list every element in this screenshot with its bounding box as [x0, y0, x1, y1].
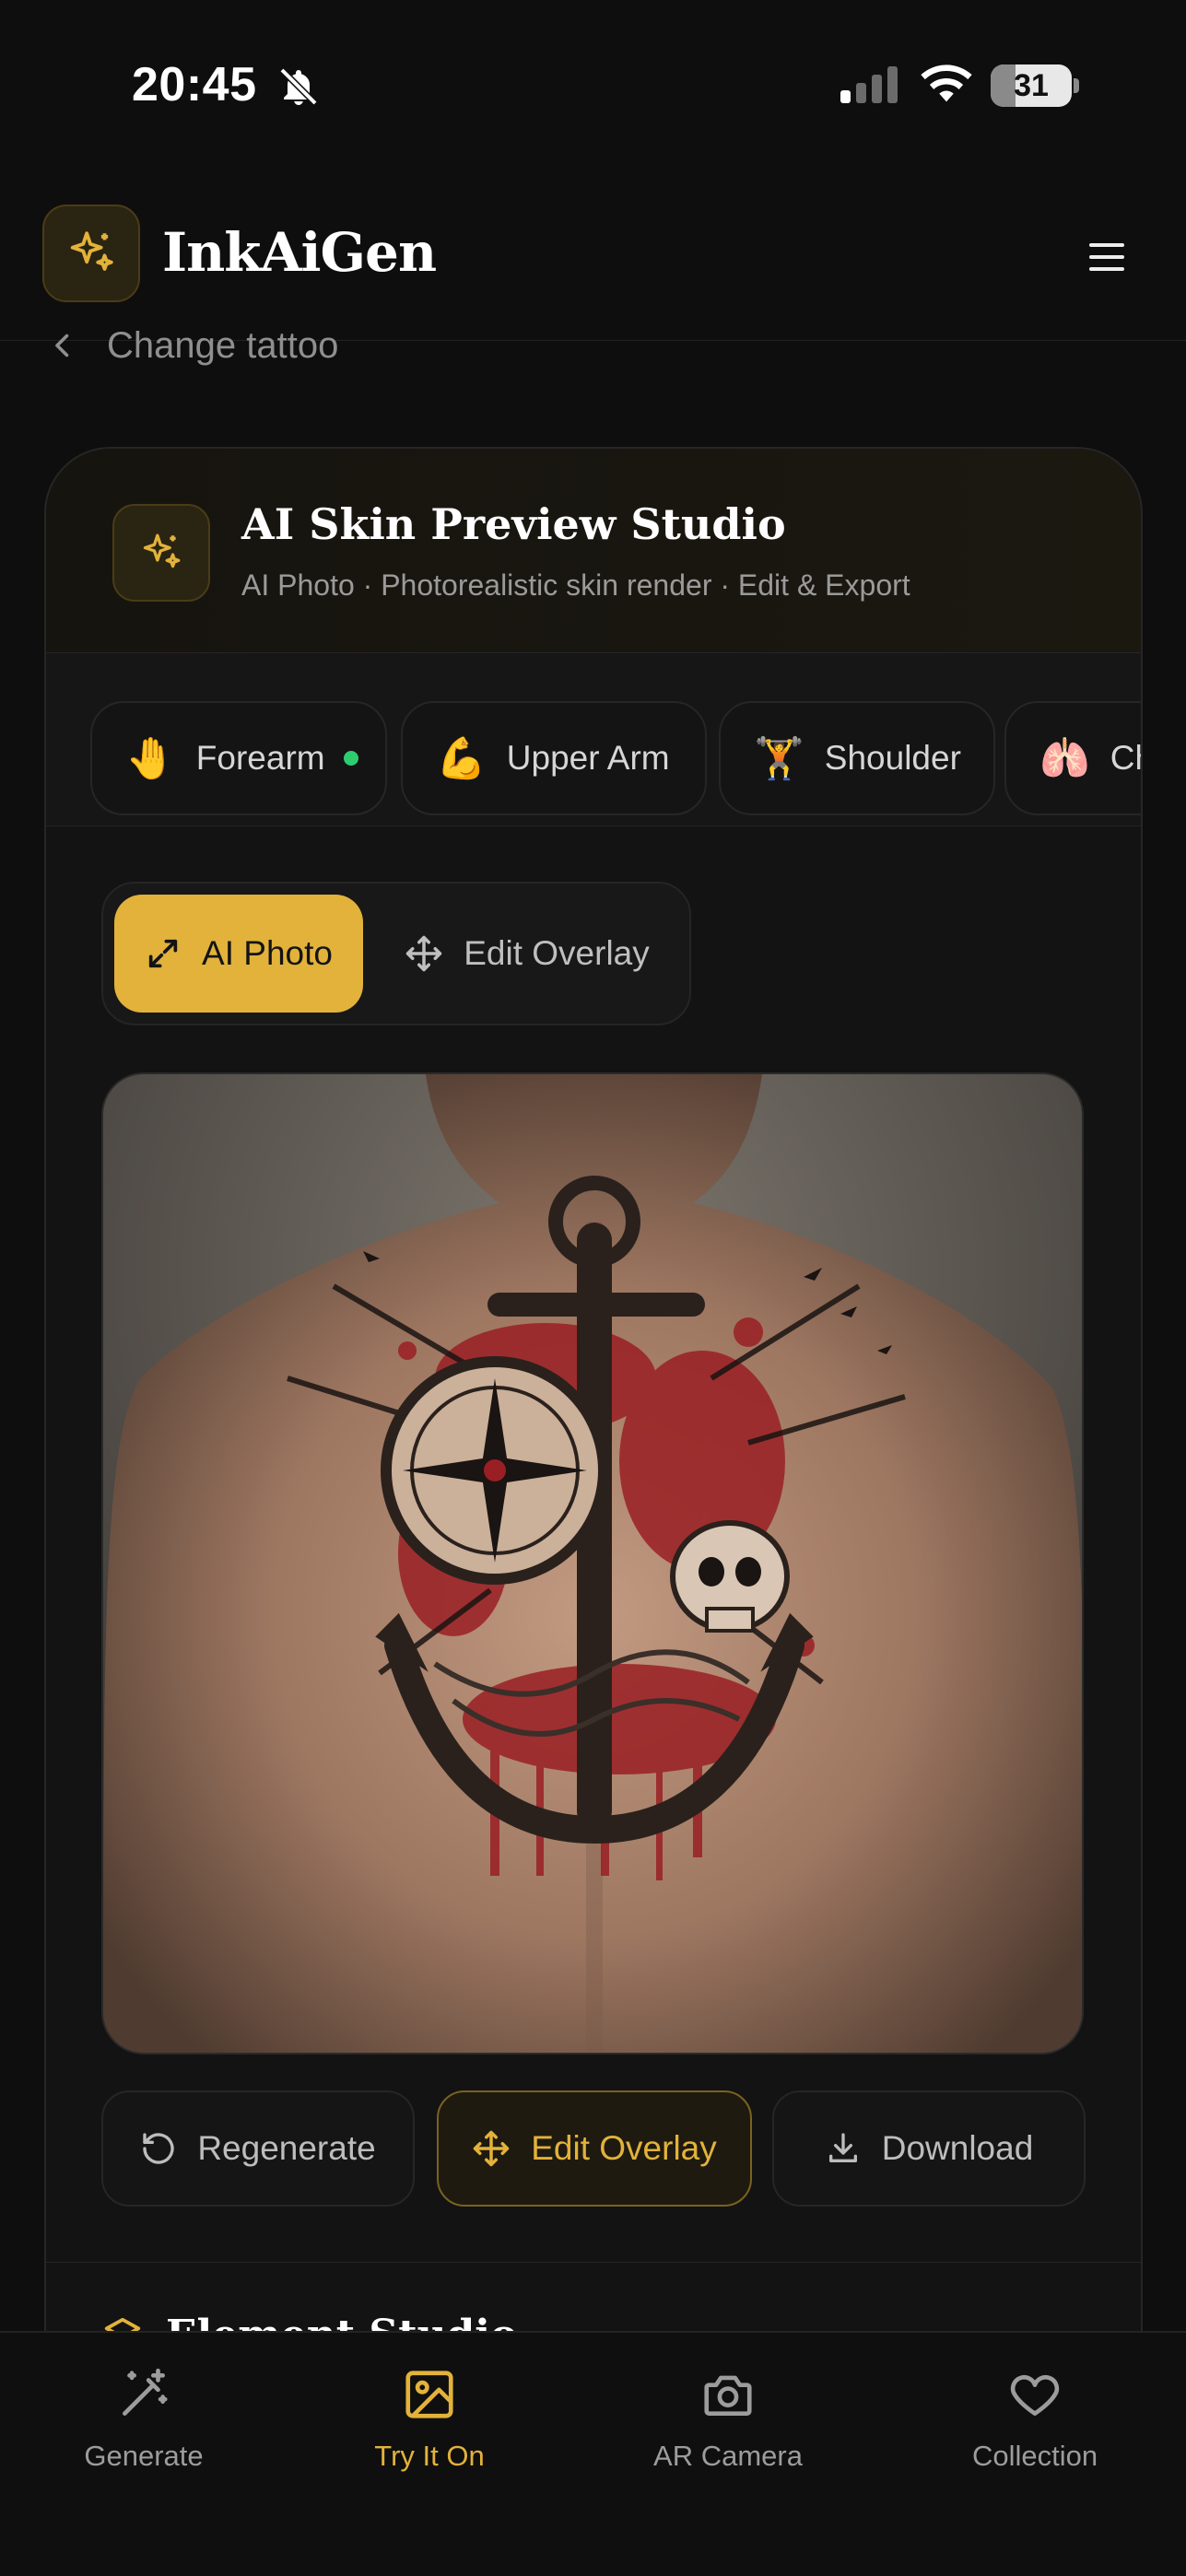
wifi-icon — [921, 64, 972, 102]
region-label: Upper Arm — [506, 739, 670, 777]
status-time: 20:45 — [132, 58, 257, 111]
region-chip-forearm[interactable]: 🤚 Forearm — [90, 701, 387, 815]
skin-preview-studio-card: AI Skin Preview Studio AI Photo · Photor… — [44, 447, 1143, 2576]
expand-icon — [148, 939, 178, 968]
region-chip-upper-arm[interactable]: 💪 Upper Arm — [401, 701, 707, 815]
move-icon — [405, 935, 442, 972]
ai-photo-label: AI Photo — [202, 934, 333, 972]
studio-subtitle: AI Photo · Photorealistic skin render · … — [241, 568, 910, 602]
app-logo[interactable] — [42, 205, 140, 302]
nav-ar-camera[interactable]: AR Camera — [617, 2366, 839, 2473]
tattoo-preview-image[interactable] — [101, 1072, 1084, 2055]
active-indicator — [343, 751, 358, 766]
refresh-icon — [143, 2133, 174, 2164]
preview-mode-toggle: AI Photo Edit Overlay — [101, 882, 691, 1025]
nav-ar-camera-label: AR Camera — [653, 2440, 803, 2472]
change-tattoo-link[interactable]: Change tattoo — [46, 322, 338, 369]
edit-overlay-tab[interactable]: Edit Overlay — [380, 895, 675, 1013]
weightlifter-icon: 🏋 — [754, 736, 804, 781]
heart-icon — [1010, 2375, 1060, 2416]
region-label: Shoulder — [824, 739, 961, 777]
regenerate-label: Regenerate — [197, 2129, 376, 2167]
studio-title: AI Skin Preview Studio — [241, 499, 786, 549]
region-chip-shoulder[interactable]: 🏋 Shoulder — [719, 701, 995, 815]
sparkles-icon — [70, 231, 113, 271]
tattoo-back-render — [103, 1074, 1082, 2053]
menu-button[interactable] — [1077, 232, 1136, 282]
change-tattoo-label: Change tattoo — [107, 324, 339, 366]
camera-icon — [704, 2375, 752, 2416]
edit-overlay-action-label: Edit Overlay — [531, 2129, 717, 2167]
battery-level: 31 — [1014, 67, 1049, 103]
regenerate-button[interactable]: Regenerate — [101, 2090, 415, 2207]
app-screen: 20:45 31 InkAiGen Change tattoo AI Skin … — [0, 0, 1186, 2576]
ai-photo-tab[interactable]: AI Photo — [114, 895, 363, 1013]
bottom-navigation: Generate Try It On AR Camera Collection — [0, 2331, 1186, 2576]
image-icon — [405, 2371, 453, 2418]
chevron-left-icon — [55, 334, 69, 357]
nav-generate[interactable]: Generate — [33, 2366, 254, 2473]
region-label: Chest — [1110, 739, 1141, 777]
nav-try-it-on-label: Try It On — [374, 2440, 485, 2472]
region-label: Forearm — [195, 739, 325, 777]
nav-collection-label: Collection — [971, 2440, 1098, 2472]
sparkles-icon — [143, 533, 181, 568]
move-icon — [473, 2130, 510, 2167]
edit-overlay-label: Edit Overlay — [464, 934, 650, 972]
bell-slash-icon — [279, 67, 318, 106]
lungs-icon: 🫁 — [1039, 736, 1090, 781]
divider — [46, 2262, 1141, 2263]
download-icon — [828, 2133, 857, 2162]
download-button[interactable]: Download — [772, 2090, 1086, 2207]
nav-collection[interactable]: Collection — [924, 2366, 1145, 2473]
app-header: InkAiGen — [0, 175, 1186, 341]
hand-icon: 🤚 — [125, 736, 176, 781]
battery-icon: 31 — [991, 64, 1079, 107]
studio-header: AI Skin Preview Studio AI Photo · Photor… — [46, 449, 1141, 653]
app-title: InkAiGen — [162, 221, 437, 284]
flexed-bicep-icon: 💪 — [436, 736, 487, 781]
magic-wand-icon — [123, 2368, 168, 2416]
studio-icon — [112, 504, 210, 602]
edit-overlay-button[interactable]: Edit Overlay — [437, 2090, 752, 2207]
cellular-signal-icon — [840, 66, 898, 103]
nav-generate-label: Generate — [84, 2440, 204, 2472]
region-chip-chest[interactable]: 🫁 Chest — [1004, 701, 1141, 815]
status-bar: 20:45 31 — [0, 0, 1186, 175]
download-label: Download — [881, 2129, 1034, 2167]
body-region-selector: 🤚 Forearm 💪 Upper Arm 🏋 Shoulder 🫁 Chest — [46, 653, 1141, 826]
nav-try-it-on[interactable]: Try It On — [319, 2366, 540, 2473]
